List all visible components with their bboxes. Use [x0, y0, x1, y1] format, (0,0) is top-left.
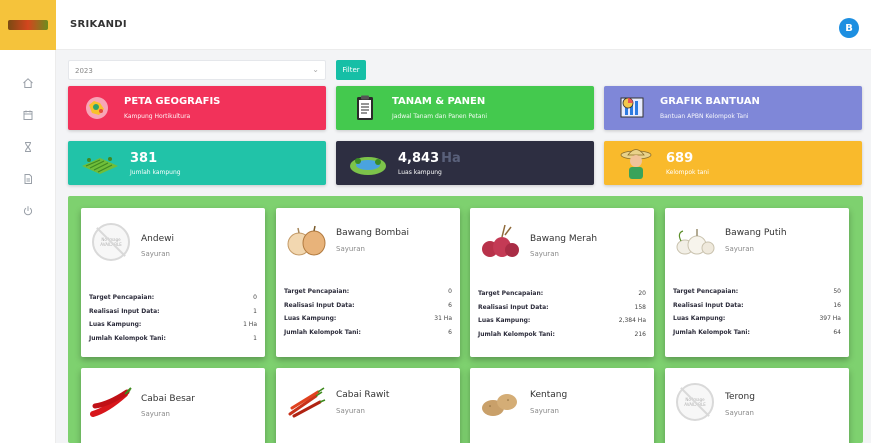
commodity-category: Sayuran: [530, 250, 559, 258]
sidebar: [0, 0, 56, 443]
commodity-card[interactable]: Cabai Rawit Sayuran: [276, 368, 460, 443]
tile-subtitle: Kampung Hortikultura: [124, 113, 191, 120]
no-image-placeholder: No Image AVAILABLE: [673, 382, 717, 422]
stat-realisasi: Realisasi Input Data: 6: [284, 301, 452, 309]
commodity-card[interactable]: No Image AVAILABLE Terong Sayuran: [665, 368, 849, 443]
potato-image: [478, 382, 522, 422]
stat-kelompok: Jumlah Kelompok Tani: 6: [284, 328, 452, 336]
calendar-icon[interactable]: [19, 106, 37, 124]
stat-value: 381: [130, 150, 158, 166]
commodity-card[interactable]: Cabai Besar Sayuran: [81, 368, 265, 443]
commodity-category: Sayuran: [530, 407, 559, 415]
no-image-text: No Image AVAILABLE: [100, 237, 122, 247]
stat-kelompok: Jumlah Kelompok Tani: 1: [89, 334, 257, 342]
farm-field-icon: [80, 146, 120, 180]
red-chili-image: [89, 382, 133, 422]
shallot-image: [478, 222, 522, 262]
tile-title: GRAFIK BANTUAN: [660, 96, 760, 107]
app-logo[interactable]: [0, 0, 56, 50]
onion-image: [284, 222, 328, 262]
commodity-name: Terong: [725, 392, 755, 402]
bird-chili-image: [284, 382, 328, 422]
stat-target: Target Pencapaian: 0: [284, 288, 452, 295]
year-select[interactable]: 2023 ⌄: [68, 60, 326, 80]
stat-value: 689: [666, 150, 694, 166]
logo-mark: [8, 20, 48, 30]
commodity-card[interactable]: Bawang Putih Sayuran Target Pencapaian: 5…: [665, 208, 849, 357]
tile-grafik-bantuan[interactable]: GRAFIK BANTUAN Bantuan APBN Kelompok Tan…: [604, 86, 862, 130]
stat-label: Kelompok tani: [666, 168, 709, 176]
stat-realisasi: Realisasi Input Data: 1: [89, 307, 257, 315]
no-image-placeholder: No Image AVAILABLE: [89, 222, 133, 262]
commodity-card[interactable]: Kentang Sayuran: [470, 368, 654, 443]
tile-title: TANAM & PANEN: [392, 96, 486, 107]
power-icon[interactable]: [19, 202, 37, 220]
farmer-icon: [616, 146, 656, 180]
tile-tanam-panen[interactable]: TANAM & PANEN Jadwal Tanam dan Panen Pet…: [336, 86, 594, 130]
chevron-down-icon: ⌄: [312, 65, 319, 74]
stat-luas: Luas Kampung: 397 Ha: [673, 315, 841, 322]
garlic-image: [673, 222, 717, 262]
home-icon[interactable]: [19, 74, 37, 92]
commodity-category: Sayuran: [725, 245, 754, 253]
stat-target: Target Pencapaian: 0: [89, 294, 257, 301]
user-avatar[interactable]: B: [839, 18, 859, 38]
commodity-name: Bawang Bombai: [336, 228, 410, 238]
tile-subtitle: Bantuan APBN Kelompok Tani: [660, 113, 749, 120]
stat-label: Jumlah kampung: [130, 168, 181, 176]
commodity-name: Cabai Besar: [141, 394, 196, 404]
app: SRIKANDI B 2023 ⌄ Filter PETA GEOGRAFIS …: [0, 0, 871, 443]
stat-target: Target Pencapaian: 50: [673, 288, 841, 295]
tile-peta-geografis[interactable]: PETA GEOGRAFIS Kampung Hortikultura: [68, 86, 326, 130]
commodity-name: Bawang Merah: [530, 234, 598, 244]
commodity-name: Kentang: [530, 390, 568, 400]
stat-kelompok: Jumlah Kelompok Tani: 216: [478, 330, 646, 338]
stat-label: Luas kampung: [398, 168, 442, 176]
stat-kelompok: Jumlah Kelompok Tani: 64: [673, 328, 841, 336]
commodity-name: Cabai Rawit: [336, 390, 390, 400]
stat-luas-kampung: 4,843 Ha Luas kampung: [336, 141, 594, 185]
commodity-card[interactable]: Bawang Merah Sayuran Target Pencapaian: 2…: [470, 208, 654, 357]
land-area-icon: [348, 146, 388, 180]
commodity-category: Sayuran: [141, 410, 170, 418]
stat-value: 4,843: [398, 150, 440, 166]
stat-jumlah-kampung: 381 Jumlah kampung: [68, 141, 326, 185]
commodity-name: Andewi: [141, 234, 174, 244]
commodity-panel: No Image AVAILABLE Andewi Sayuran Target…: [68, 196, 863, 443]
stat-realisasi: Realisasi Input Data: 16: [673, 301, 841, 309]
commodity-category: Sayuran: [141, 250, 170, 258]
stat-luas: Luas Kampung: 31 Ha: [284, 315, 452, 322]
commodity-card[interactable]: Bawang Bombai Sayuran Target Pencapaian:…: [276, 208, 460, 357]
chart-icon: [616, 91, 650, 125]
top-header: SRIKANDI B: [56, 0, 871, 50]
commodity-card[interactable]: No Image AVAILABLE Andewi Sayuran Target…: [81, 208, 265, 357]
year-select-value: 2023: [75, 67, 93, 75]
commodity-category: Sayuran: [336, 407, 365, 415]
stat-luas: Luas Kampung: 1 Ha: [89, 321, 257, 328]
commodity-name: Bawang Putih: [725, 228, 787, 238]
stat-kelompok-tani: 689 Kelompok tani: [604, 141, 862, 185]
stat-realisasi: Realisasi Input Data: 158: [478, 303, 646, 311]
sidebar-nav: [0, 50, 55, 220]
commodity-category: Sayuran: [336, 245, 365, 253]
app-title: SRIKANDI: [70, 19, 127, 30]
no-image-text: No Image AVAILABLE: [684, 397, 706, 407]
tile-title: PETA GEOGRAFIS: [124, 96, 221, 107]
document-icon[interactable]: [19, 170, 37, 188]
stat-unit: Ha: [441, 150, 461, 166]
hourglass-icon[interactable]: [19, 138, 37, 156]
clipboard-icon: [348, 91, 382, 125]
tile-subtitle: Jadwal Tanam dan Panen Petani: [392, 113, 488, 120]
stat-luas: Luas Kampung: 2,384 Ha: [478, 317, 646, 324]
commodity-category: Sayuran: [725, 409, 754, 417]
filter-row: 2023 ⌄ Filter: [68, 60, 368, 80]
map-icon: [80, 91, 114, 125]
filter-button[interactable]: Filter: [336, 60, 366, 80]
stat-target: Target Pencapaian: 20: [478, 290, 646, 297]
